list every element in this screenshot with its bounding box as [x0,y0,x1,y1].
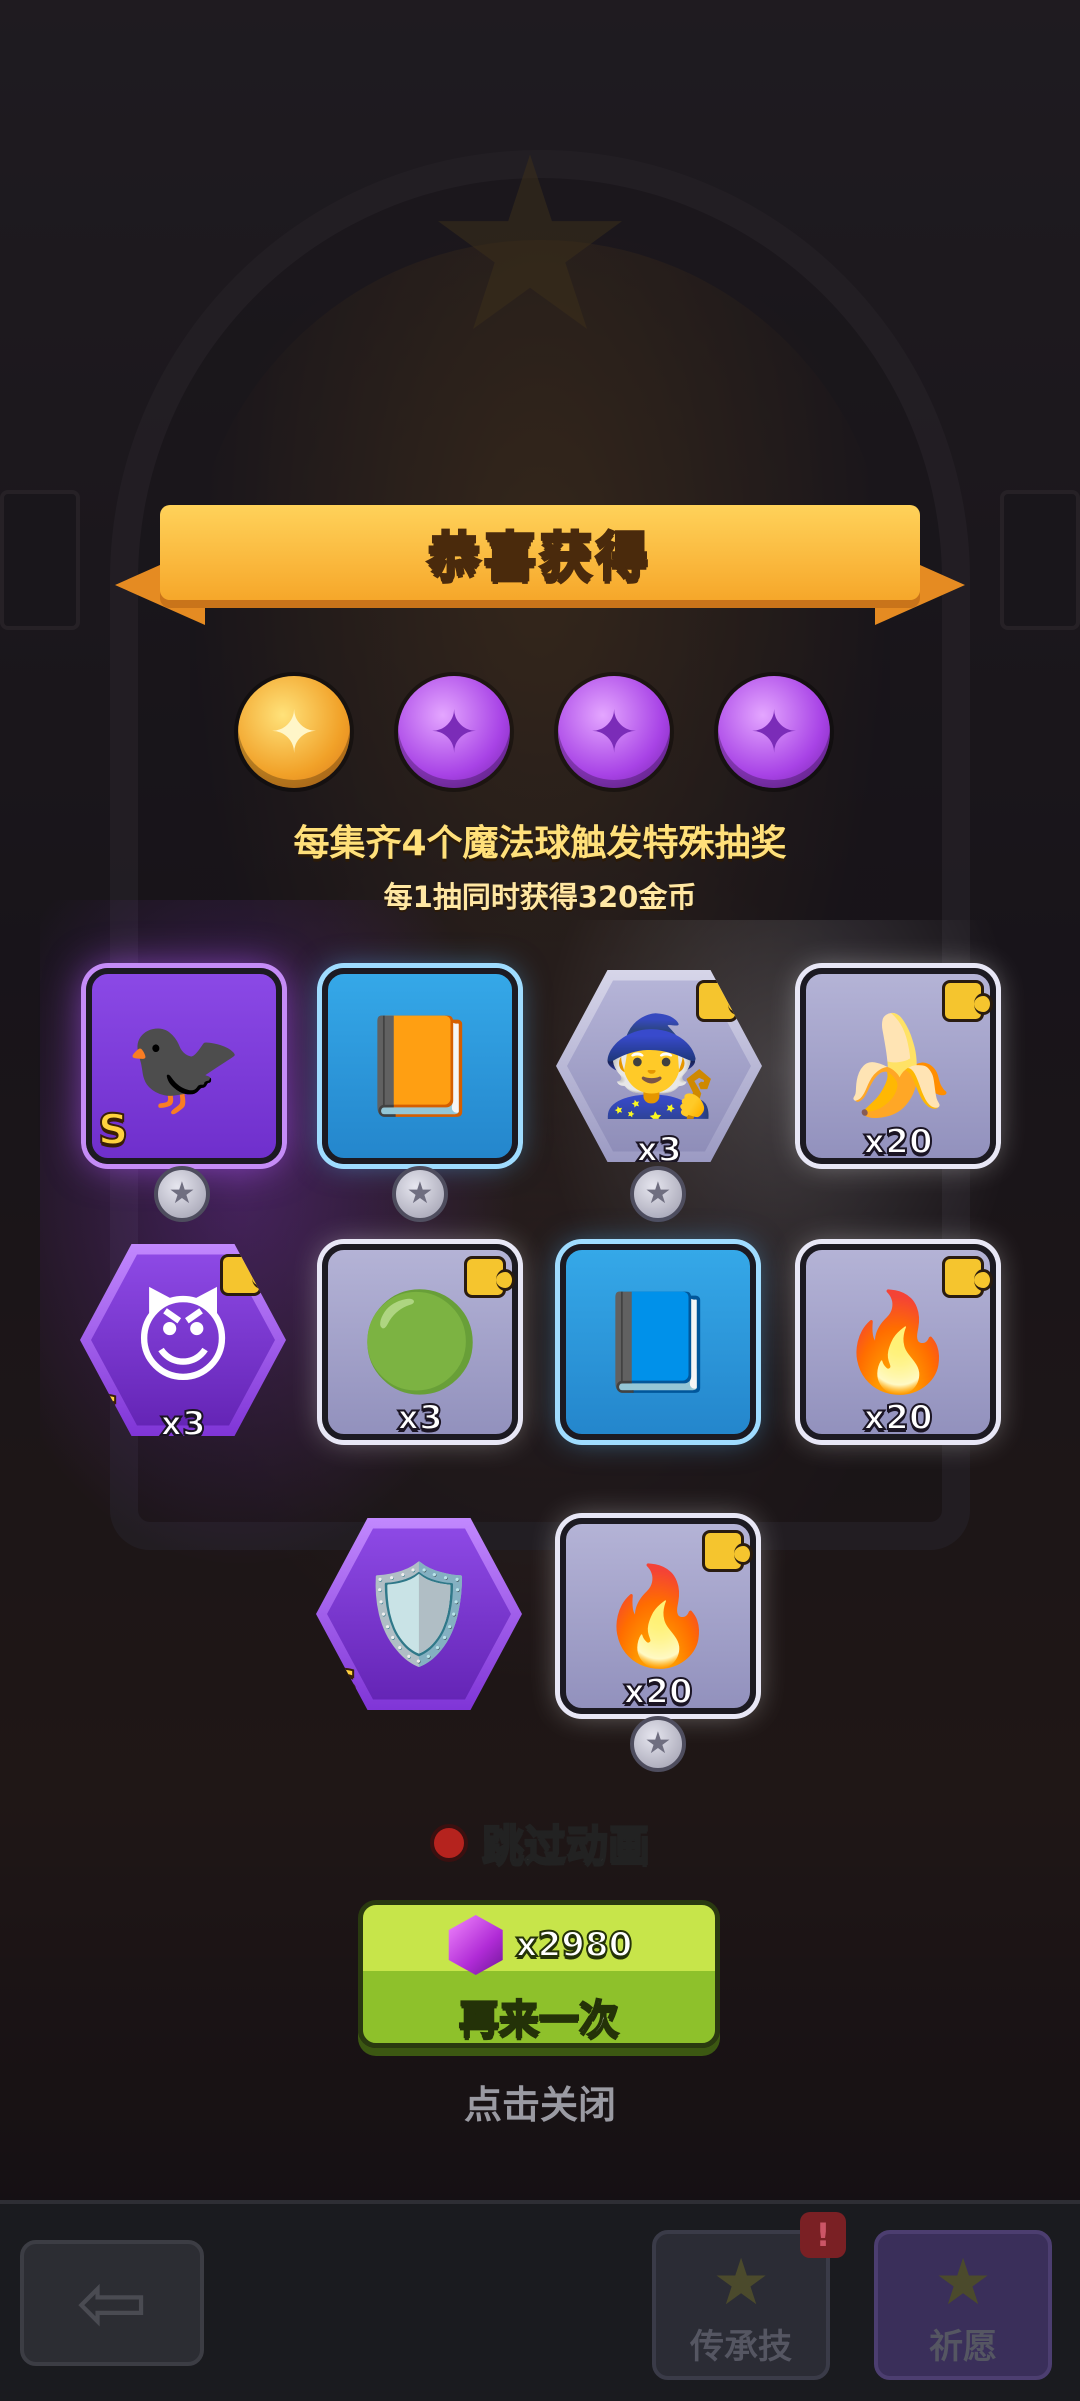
banner-body: 恭喜获得 [160,505,920,600]
magic-orb-purple-icon: ✦ [718,676,830,788]
quantity-label: x20 [622,1671,693,1713]
puzzle-piece-icon [942,980,993,1022]
reward-card-slime[interactable]: 🟢 x3 [322,1244,518,1440]
star-icon: ★ [712,2246,770,2320]
tab-label: 传承技 [690,2327,792,2367]
magic-orb-gold-icon: ✦ [238,676,350,788]
slime-icon: 🟢 [360,1286,480,1398]
gem-icon [448,1915,503,1975]
demon-girl-icon: 😈 [132,1284,234,1396]
bottom-nav-bar: ⇦ ★ 传承技 ★ 祈愿 [0,2200,1080,2401]
skip-animation-toggle[interactable]: 跳过动画 [0,1812,1080,1873]
puzzle-piece-icon [464,1256,515,1298]
puzzle-piece-icon [942,1256,993,1298]
flame-spirit-icon: 🔥 [838,1286,958,1398]
reward-card-flame-spirit[interactable]: 🔥 x20 [800,1244,996,1440]
skip-animation-label: 跳过动画 [481,1820,651,1871]
quantity-label: x20 [862,1397,933,1439]
puzzle-piece-icon [702,1530,753,1572]
magic-orb-row: ✦ ✦ ✦ ✦ [238,676,830,788]
draw-again-button[interactable]: x2980 再来一次 [358,1900,720,2048]
coin-bonus-text: 每1抽同时获得320金币 [383,880,697,914]
reward-card-raven[interactable]: 🐦‍⬛ S [86,968,282,1164]
flame-spirit-icon: 🔥 [598,1560,718,1672]
star-badge-icon: ★ [392,1166,448,1222]
skip-radio-icon[interactable] [429,1823,468,1862]
magic-orb-purple-icon: ✦ [398,676,510,788]
star-badge-icon: ★ [630,1716,686,1772]
notification-badge: ! [800,2212,846,2258]
magic-orb-purple-icon: ✦ [558,676,670,788]
rank-badge: S [97,1104,129,1155]
quantity-label: x20 [862,1121,933,1163]
cost-row: x2980 [363,1915,715,1975]
tap-to-close-hint[interactable]: 点击关闭 [0,2074,1080,2129]
reward-card-flame-spirit-2[interactable]: 🔥 x20 [560,1518,756,1714]
draw-again-label: 再来一次 [458,1996,620,2044]
tab-wish[interactable]: ★ 祈愿 [874,2230,1052,2380]
red-hood-mage-icon: 🧙 [599,1010,719,1122]
skull-spellbook-icon: 📘 [598,1286,718,1398]
reward-card-skull-book[interactable]: 📘 [560,1244,756,1440]
orb-rule-text: 每集齐4个魔法球触发特殊抽奖 [293,823,787,864]
page-title: 恭喜获得 [426,527,652,590]
star-badge-icon: ★ [630,1166,686,1222]
star-badge-icon: ★ [154,1166,210,1222]
reward-card-banana[interactable]: 🍌 x20 [800,968,996,1164]
reward-card-fire-book[interactable]: 📙 [322,968,518,1164]
quantity-label: x3 [396,1397,444,1439]
golden-knight-icon: 🛡️ [359,1558,479,1670]
raven-hero-icon: 🐦‍⬛ [124,1010,244,1122]
star-icon: ★ [934,2246,992,2320]
title-banner: 恭喜获得 [115,505,965,625]
tab-label: 祈愿 [929,2327,997,2367]
gem-cost: x2980 [515,1924,634,1966]
banana-warrior-icon: 🍌 [838,1010,958,1122]
fire-spellbook-icon: 📙 [360,1010,480,1122]
back-arrow-icon[interactable]: ⇦ [20,2240,204,2366]
